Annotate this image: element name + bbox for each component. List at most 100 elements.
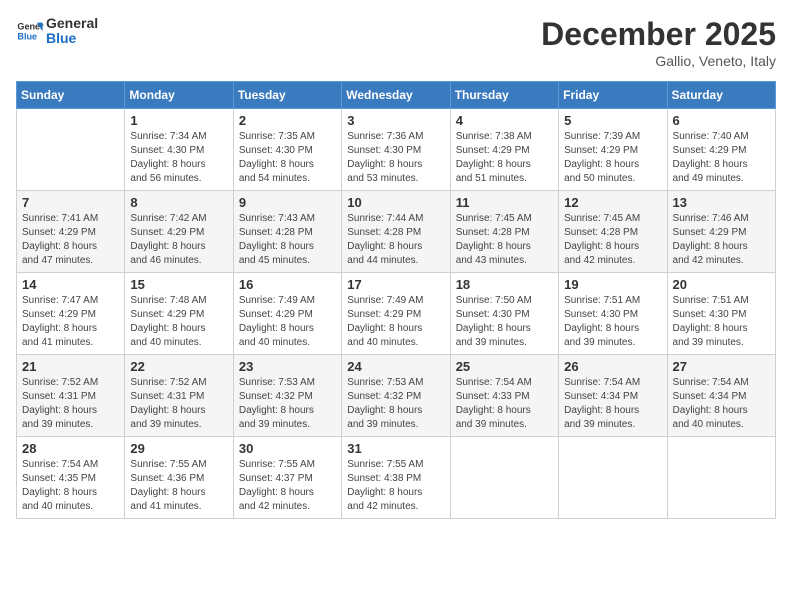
day-number: 26 <box>564 359 661 374</box>
day-number: 7 <box>22 195 119 210</box>
day-number: 14 <box>22 277 119 292</box>
day-info: Sunrise: 7:47 AM Sunset: 4:29 PM Dayligh… <box>22 294 119 350</box>
day-number: 10 <box>347 195 444 210</box>
day-number: 6 <box>673 113 770 128</box>
month-title: December 2025 <box>541 16 776 53</box>
day-info: Sunrise: 7:51 AM Sunset: 4:30 PM Dayligh… <box>564 294 661 350</box>
day-number: 9 <box>239 195 336 210</box>
calendar-cell: 11 Sunrise: 7:45 AM Sunset: 4:28 PM Dayli… <box>450 191 558 273</box>
weekday-header: Wednesday <box>342 82 450 109</box>
calendar-cell: 12 Sunrise: 7:45 AM Sunset: 4:28 PM Dayli… <box>559 191 667 273</box>
logo-general: General <box>46 16 98 31</box>
day-info: Sunrise: 7:55 AM Sunset: 4:36 PM Dayligh… <box>130 458 227 514</box>
day-info: Sunrise: 7:36 AM Sunset: 4:30 PM Dayligh… <box>347 130 444 186</box>
svg-text:Blue: Blue <box>17 32 37 42</box>
day-number: 27 <box>673 359 770 374</box>
day-info: Sunrise: 7:53 AM Sunset: 4:32 PM Dayligh… <box>239 376 336 432</box>
day-number: 23 <box>239 359 336 374</box>
day-number: 17 <box>347 277 444 292</box>
calendar-cell: 6Sunrise: 7:40 AM Sunset: 4:29 PM Daylig… <box>667 109 775 191</box>
day-number: 4 <box>456 113 553 128</box>
day-number: 18 <box>456 277 553 292</box>
calendar-week-row: 14 Sunrise: 7:47 AM Sunset: 4:29 PM Dayli… <box>17 273 776 355</box>
calendar-cell <box>559 437 667 519</box>
title-block: December 2025 Gallio, Veneto, Italy <box>541 16 776 69</box>
day-number: 15 <box>130 277 227 292</box>
day-number: 25 <box>456 359 553 374</box>
logo-blue: Blue <box>46 31 98 46</box>
day-info: Sunrise: 7:46 AM Sunset: 4:29 PM Dayligh… <box>673 212 770 268</box>
day-info: Sunrise: 7:42 AM Sunset: 4:29 PM Dayligh… <box>130 212 227 268</box>
day-number: 1 <box>130 113 227 128</box>
day-info: Sunrise: 7:43 AM Sunset: 4:28 PM Dayligh… <box>239 212 336 268</box>
day-number: 19 <box>564 277 661 292</box>
calendar-cell: 20Sunrise: 7:51 AM Sunset: 4:30 PM Dayli… <box>667 273 775 355</box>
calendar-cell: 1 Sunrise: 7:34 AM Sunset: 4:30 PM Daylig… <box>125 109 233 191</box>
calendar-cell: 5 Sunrise: 7:39 AM Sunset: 4:29 PM Daylig… <box>559 109 667 191</box>
day-number: 3 <box>347 113 444 128</box>
weekday-header: Sunday <box>17 82 125 109</box>
day-info: Sunrise: 7:35 AM Sunset: 4:30 PM Dayligh… <box>239 130 336 186</box>
calendar-week-row: 21 Sunrise: 7:52 AM Sunset: 4:31 PM Dayli… <box>17 355 776 437</box>
day-number: 11 <box>456 195 553 210</box>
calendar-cell: 8 Sunrise: 7:42 AM Sunset: 4:29 PM Daylig… <box>125 191 233 273</box>
calendar-cell: 31Sunrise: 7:55 AM Sunset: 4:38 PM Dayli… <box>342 437 450 519</box>
calendar-cell: 14 Sunrise: 7:47 AM Sunset: 4:29 PM Dayli… <box>17 273 125 355</box>
day-info: Sunrise: 7:55 AM Sunset: 4:38 PM Dayligh… <box>347 458 444 514</box>
day-number: 2 <box>239 113 336 128</box>
day-info: Sunrise: 7:49 AM Sunset: 4:29 PM Dayligh… <box>239 294 336 350</box>
day-number: 13 <box>673 195 770 210</box>
calendar-cell <box>667 437 775 519</box>
calendar-cell: 18 Sunrise: 7:50 AM Sunset: 4:30 PM Dayli… <box>450 273 558 355</box>
location-title: Gallio, Veneto, Italy <box>541 53 776 69</box>
calendar-week-row: 7 Sunrise: 7:41 AM Sunset: 4:29 PM Daylig… <box>17 191 776 273</box>
calendar-cell: 4 Sunrise: 7:38 AM Sunset: 4:29 PM Daylig… <box>450 109 558 191</box>
weekday-header: Saturday <box>667 82 775 109</box>
calendar-week-row: 28 Sunrise: 7:54 AM Sunset: 4:35 PM Dayli… <box>17 437 776 519</box>
day-info: Sunrise: 7:45 AM Sunset: 4:28 PM Dayligh… <box>564 212 661 268</box>
calendar-cell: 19 Sunrise: 7:51 AM Sunset: 4:30 PM Dayli… <box>559 273 667 355</box>
calendar-cell: 22Sunrise: 7:52 AM Sunset: 4:31 PM Dayli… <box>125 355 233 437</box>
day-info: Sunrise: 7:54 AM Sunset: 4:35 PM Dayligh… <box>22 458 119 514</box>
weekday-header: Thursday <box>450 82 558 109</box>
day-info: Sunrise: 7:38 AM Sunset: 4:29 PM Dayligh… <box>456 130 553 186</box>
calendar-cell: 2 Sunrise: 7:35 AM Sunset: 4:30 PM Daylig… <box>233 109 341 191</box>
calendar-cell: 23 Sunrise: 7:53 AM Sunset: 4:32 PM Dayli… <box>233 355 341 437</box>
calendar-cell: 10Sunrise: 7:44 AM Sunset: 4:28 PM Dayli… <box>342 191 450 273</box>
calendar-cell: 17Sunrise: 7:49 AM Sunset: 4:29 PM Dayli… <box>342 273 450 355</box>
calendar-cell <box>17 109 125 191</box>
day-number: 12 <box>564 195 661 210</box>
day-info: Sunrise: 7:34 AM Sunset: 4:30 PM Dayligh… <box>130 130 227 186</box>
logo-icon: General Blue <box>16 17 44 45</box>
calendar-cell: 30Sunrise: 7:55 AM Sunset: 4:37 PM Dayli… <box>233 437 341 519</box>
day-number: 29 <box>130 441 227 456</box>
calendar-cell: 24Sunrise: 7:53 AM Sunset: 4:32 PM Dayli… <box>342 355 450 437</box>
day-number: 8 <box>130 195 227 210</box>
weekday-header: Tuesday <box>233 82 341 109</box>
day-info: Sunrise: 7:50 AM Sunset: 4:30 PM Dayligh… <box>456 294 553 350</box>
calendar-cell: 16Sunrise: 7:49 AM Sunset: 4:29 PM Dayli… <box>233 273 341 355</box>
day-number: 21 <box>22 359 119 374</box>
day-info: Sunrise: 7:45 AM Sunset: 4:28 PM Dayligh… <box>456 212 553 268</box>
day-info: Sunrise: 7:41 AM Sunset: 4:29 PM Dayligh… <box>22 212 119 268</box>
calendar-cell: 28 Sunrise: 7:54 AM Sunset: 4:35 PM Dayli… <box>17 437 125 519</box>
calendar-cell: 15 Sunrise: 7:48 AM Sunset: 4:29 PM Dayli… <box>125 273 233 355</box>
weekday-header: Friday <box>559 82 667 109</box>
calendar-cell: 27Sunrise: 7:54 AM Sunset: 4:34 PM Dayli… <box>667 355 775 437</box>
day-info: Sunrise: 7:52 AM Sunset: 4:31 PM Dayligh… <box>130 376 227 432</box>
day-info: Sunrise: 7:48 AM Sunset: 4:29 PM Dayligh… <box>130 294 227 350</box>
calendar-header-row: SundayMondayTuesdayWednesdayThursdayFrid… <box>17 82 776 109</box>
day-number: 28 <box>22 441 119 456</box>
day-info: Sunrise: 7:54 AM Sunset: 4:34 PM Dayligh… <box>564 376 661 432</box>
calendar-cell: 21 Sunrise: 7:52 AM Sunset: 4:31 PM Dayli… <box>17 355 125 437</box>
day-info: Sunrise: 7:52 AM Sunset: 4:31 PM Dayligh… <box>22 376 119 432</box>
calendar-cell: 3 Sunrise: 7:36 AM Sunset: 4:30 PM Daylig… <box>342 109 450 191</box>
day-info: Sunrise: 7:54 AM Sunset: 4:33 PM Dayligh… <box>456 376 553 432</box>
calendar-cell: 7 Sunrise: 7:41 AM Sunset: 4:29 PM Daylig… <box>17 191 125 273</box>
calendar-cell: 29 Sunrise: 7:55 AM Sunset: 4:36 PM Dayli… <box>125 437 233 519</box>
day-info: Sunrise: 7:39 AM Sunset: 4:29 PM Dayligh… <box>564 130 661 186</box>
day-info: Sunrise: 7:51 AM Sunset: 4:30 PM Dayligh… <box>673 294 770 350</box>
day-number: 30 <box>239 441 336 456</box>
calendar-cell: 13 Sunrise: 7:46 AM Sunset: 4:29 PM Dayli… <box>667 191 775 273</box>
day-number: 5 <box>564 113 661 128</box>
